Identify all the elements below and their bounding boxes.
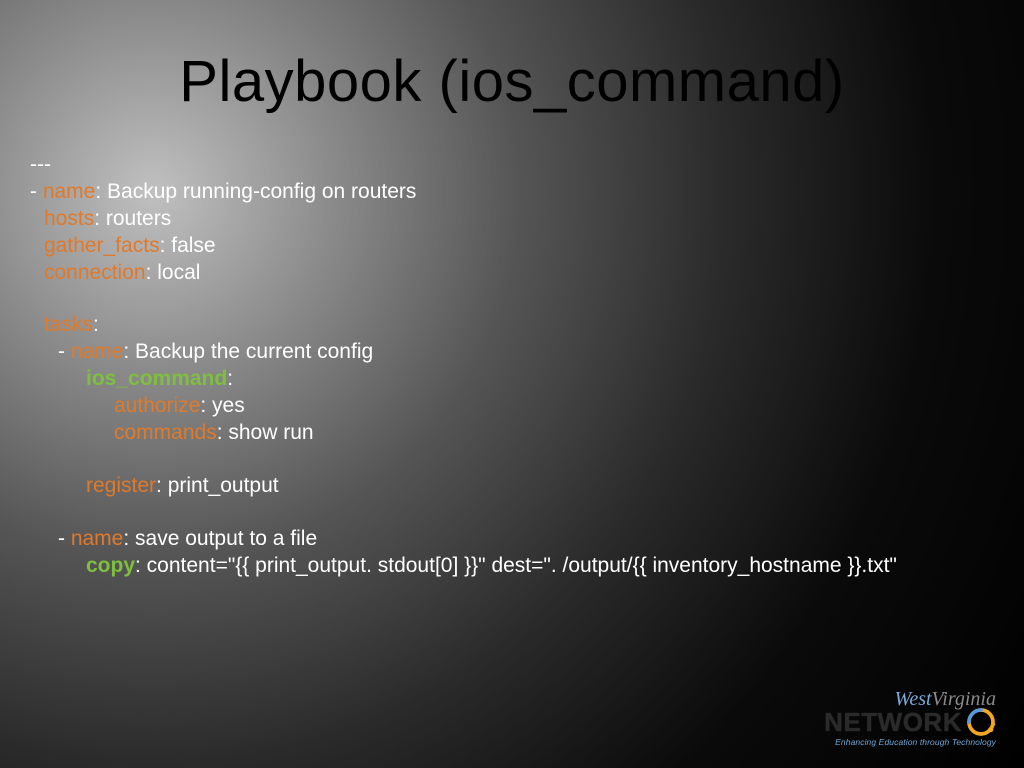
code-line: - name: save output to a file: [30, 526, 994, 553]
code-line: - name: Backup running-config on routers: [30, 179, 994, 206]
wvnet-logo: WestVirginia NETWORK Enhancing Education…: [824, 689, 996, 747]
logo-wv: WestVirginia: [824, 689, 996, 709]
blank-line: [30, 286, 994, 312]
logo-tagline: Enhancing Education through Technology: [824, 738, 996, 747]
code-line: commands: show run: [30, 420, 994, 447]
code-line: register: print_output: [30, 473, 994, 500]
code-line: tasks:: [30, 312, 994, 339]
slide: Playbook (ios_command) --- - name: Backu…: [0, 0, 1024, 768]
yaml-key: register: [86, 474, 156, 497]
logo-ring-icon: [966, 707, 996, 737]
blank-line: [30, 500, 994, 526]
code-line: ios_command:: [30, 366, 994, 393]
yaml-key: name: [43, 180, 96, 203]
slide-title: Playbook (ios_command): [0, 48, 1024, 115]
yaml-key: tasks: [44, 313, 93, 336]
yaml-key: hosts: [44, 207, 94, 230]
code-line: connection: local: [30, 260, 994, 287]
yaml-key: gather_facts: [44, 234, 160, 257]
yaml-module: ios_command: [86, 367, 227, 390]
code-line: - name: Backup the current config: [30, 339, 994, 366]
code-line: hosts: routers: [30, 206, 994, 233]
yaml-key: name: [71, 340, 124, 363]
code-line: gather_facts: false: [30, 233, 994, 260]
yaml-key: name: [71, 527, 124, 550]
yaml-key: authorize: [114, 394, 200, 417]
yaml-module: copy: [86, 554, 135, 577]
code-line: authorize: yes: [30, 393, 994, 420]
logo-network: NETWORK: [824, 709, 962, 735]
blank-line: [30, 447, 994, 473]
code-line: copy: content="{{ print_output. stdout[0…: [30, 553, 994, 580]
yaml-key: connection: [44, 261, 146, 284]
playbook-code: --- - name: Backup running-config on rou…: [30, 152, 994, 579]
yaml-key: commands: [114, 421, 217, 444]
code-line: ---: [30, 152, 994, 179]
